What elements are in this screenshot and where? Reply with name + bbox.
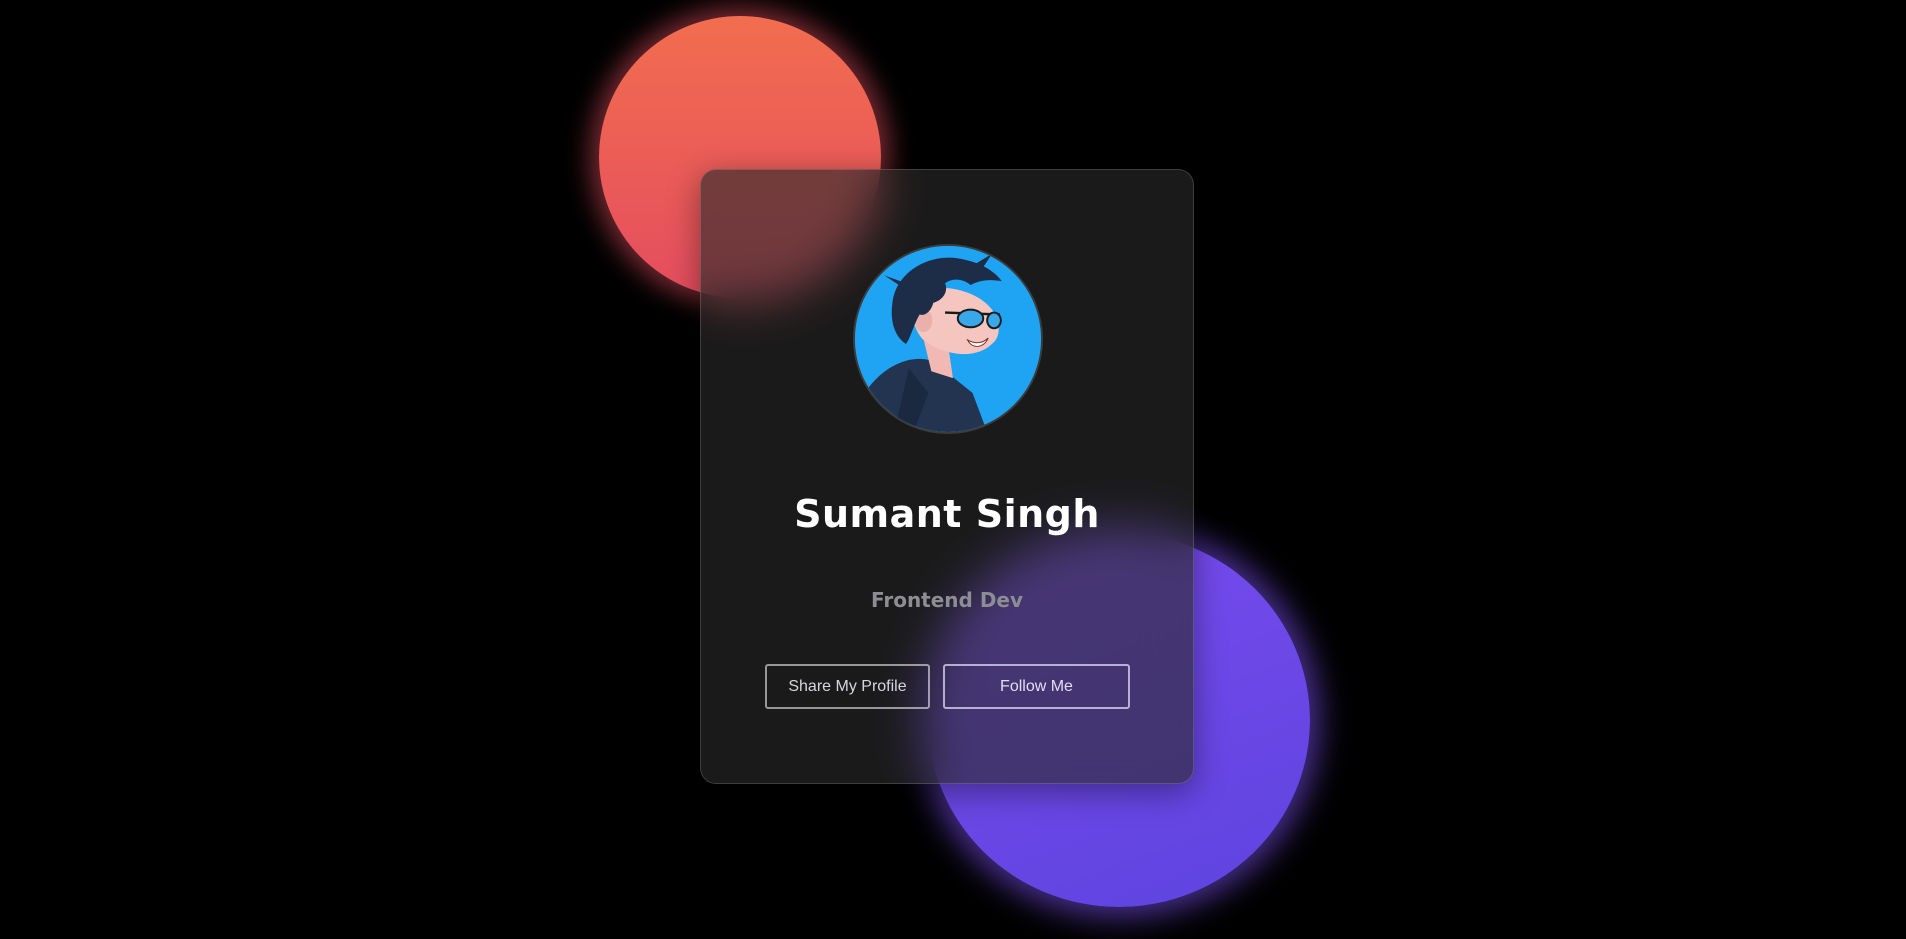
avatar-illustration-icon <box>855 246 1041 432</box>
profile-avatar <box>853 244 1043 434</box>
page-background: Sumant Singh Frontend Dev Share My Profi… <box>0 0 1906 939</box>
profile-card: Sumant Singh Frontend Dev Share My Profi… <box>700 169 1194 784</box>
profile-name: Sumant Singh <box>794 492 1100 536</box>
share-profile-button[interactable]: Share My Profile <box>765 664 930 709</box>
profile-role: Frontend Dev <box>870 588 1024 612</box>
follow-button[interactable]: Follow Me <box>943 664 1130 709</box>
